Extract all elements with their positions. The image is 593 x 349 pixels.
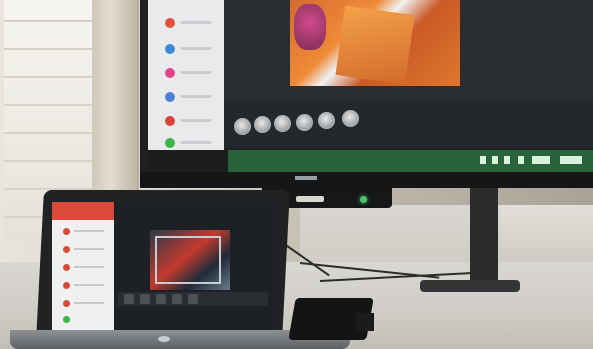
monitor-stand-base <box>420 280 520 292</box>
taskbar-start-area <box>148 150 228 172</box>
participant-avatar-icon[interactable] <box>342 110 359 127</box>
laptop-sidebar-header <box>52 202 114 220</box>
tray-icon[interactable] <box>480 156 486 164</box>
tray-icon[interactable] <box>492 156 498 164</box>
monitor-sidebar <box>148 0 224 160</box>
tray-icon[interactable] <box>560 156 582 164</box>
participant-avatar-icon[interactable] <box>274 115 291 132</box>
monitor-stand <box>470 185 498 285</box>
contact-icon[interactable] <box>63 228 70 235</box>
laptop-logo <box>158 336 170 342</box>
participant-avatar-icon[interactable] <box>296 114 313 131</box>
video-person <box>294 4 326 50</box>
monitor-bezel <box>140 172 593 188</box>
contact-icon[interactable] <box>63 316 70 323</box>
contact-icon[interactable] <box>63 246 70 253</box>
call-control-button[interactable] <box>156 294 166 304</box>
laptop-video-frame <box>155 236 221 284</box>
tray-icon[interactable] <box>518 156 524 164</box>
contact-icon[interactable] <box>63 282 70 289</box>
call-control-button[interactable] <box>124 294 134 304</box>
video-table <box>335 5 415 85</box>
contact-icon[interactable] <box>63 264 70 271</box>
power-led-icon <box>360 196 367 203</box>
participant-avatar-icon[interactable] <box>318 112 335 129</box>
call-control-button[interactable] <box>188 294 198 304</box>
call-control-button[interactable] <box>172 294 182 304</box>
adapter-plug <box>356 313 374 331</box>
tray-icon[interactable] <box>504 156 510 164</box>
participant-strip <box>224 100 593 148</box>
monitor-control-button[interactable] <box>296 196 324 202</box>
participant-avatar-icon[interactable] <box>254 116 271 133</box>
tray-icon[interactable] <box>532 156 550 164</box>
monitor-brand-logo <box>295 176 317 180</box>
contact-icon[interactable] <box>63 300 70 307</box>
participant-avatar-icon[interactable] <box>234 118 251 135</box>
call-control-button[interactable] <box>140 294 150 304</box>
